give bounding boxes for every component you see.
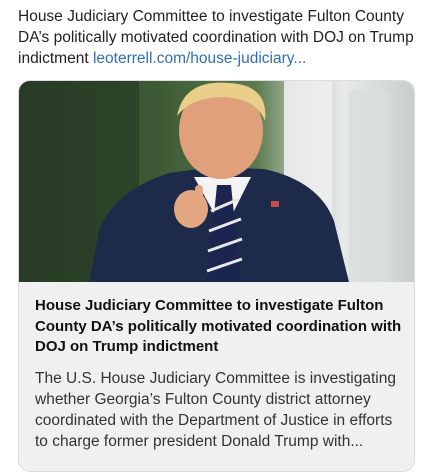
card-title[interactable]: House Judiciary Committee to investigate… (35, 296, 405, 358)
post-link[interactable]: leoterrell.com/house-judiciary... (93, 50, 306, 67)
card-description: The U.S. House Judiciary Committee is in… (35, 370, 396, 450)
card-image[interactable] (19, 81, 414, 282)
card-footer: House Judiciary Committee to investigate… (19, 282, 414, 471)
post-text: House Judiciary Committee to investigate… (18, 6, 418, 69)
card-image-illustration (19, 81, 389, 282)
link-preview-card[interactable]: House Judiciary Committee to investigate… (18, 80, 415, 472)
